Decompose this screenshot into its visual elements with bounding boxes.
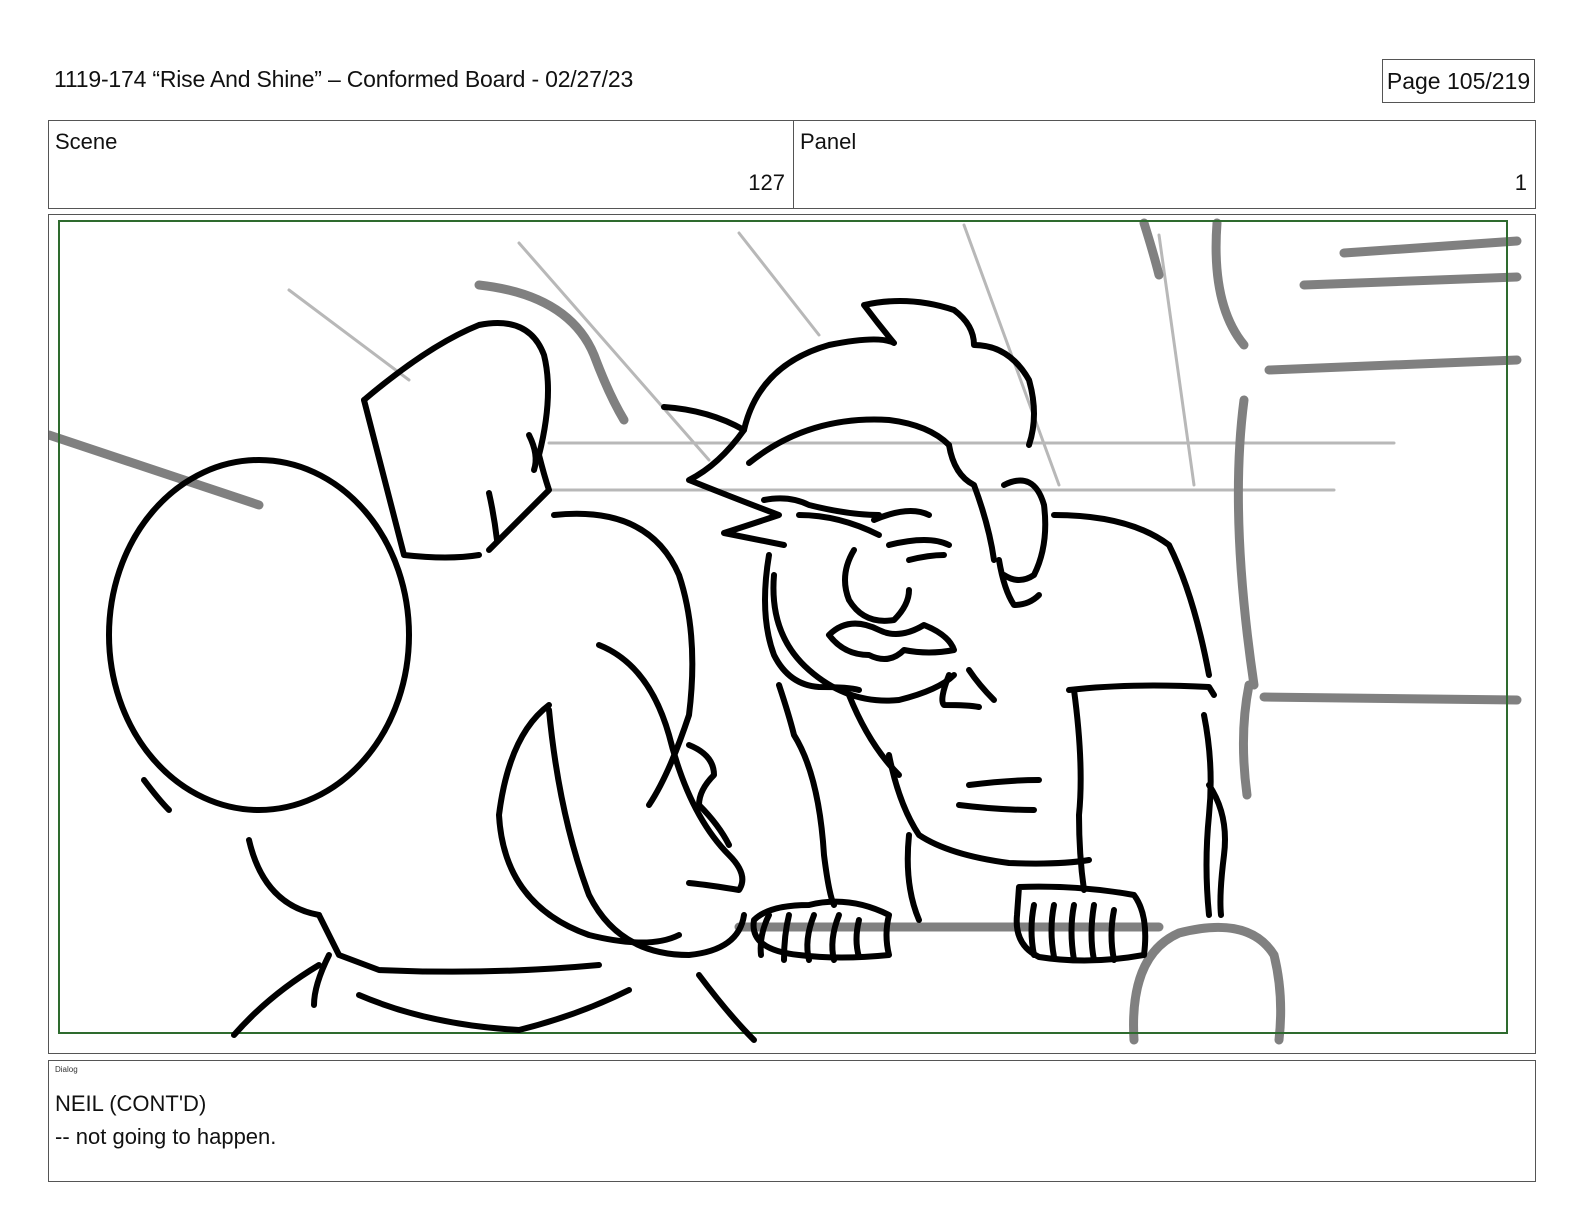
dialog-line: -- not going to happen. [55,1124,277,1149]
safe-frame [58,220,1508,1034]
panel-number: 1 [1514,170,1527,195]
speed-lines [287,223,1396,492]
board-title: 1119-174 “Rise And Shine” – Conformed Bo… [54,66,634,92]
scene-cell: Scene 127 [49,121,794,208]
page-number: Page 105/219 [1382,59,1535,103]
scene-panel-row: Scene 127 Panel 1 [48,120,1536,209]
dialog-box: Dialog NEIL (CONT'D) -- not going to hap… [48,1060,1536,1182]
dialog-tag: Dialog [55,1065,78,1074]
character-back-view [106,320,757,1043]
panel-label: Panel [800,129,857,154]
panel-cell: Panel 1 [794,121,1535,208]
dialog-character: NEIL (CONT'D) [55,1091,207,1116]
storyboard-drawing [49,218,1522,1045]
dialog-text: NEIL (CONT'D) -- not going to happen. [55,1087,276,1153]
scene-label: Scene [55,129,118,154]
character-neil [661,298,1228,964]
storyboard-frame [48,214,1536,1054]
scene-number: 127 [748,170,785,195]
